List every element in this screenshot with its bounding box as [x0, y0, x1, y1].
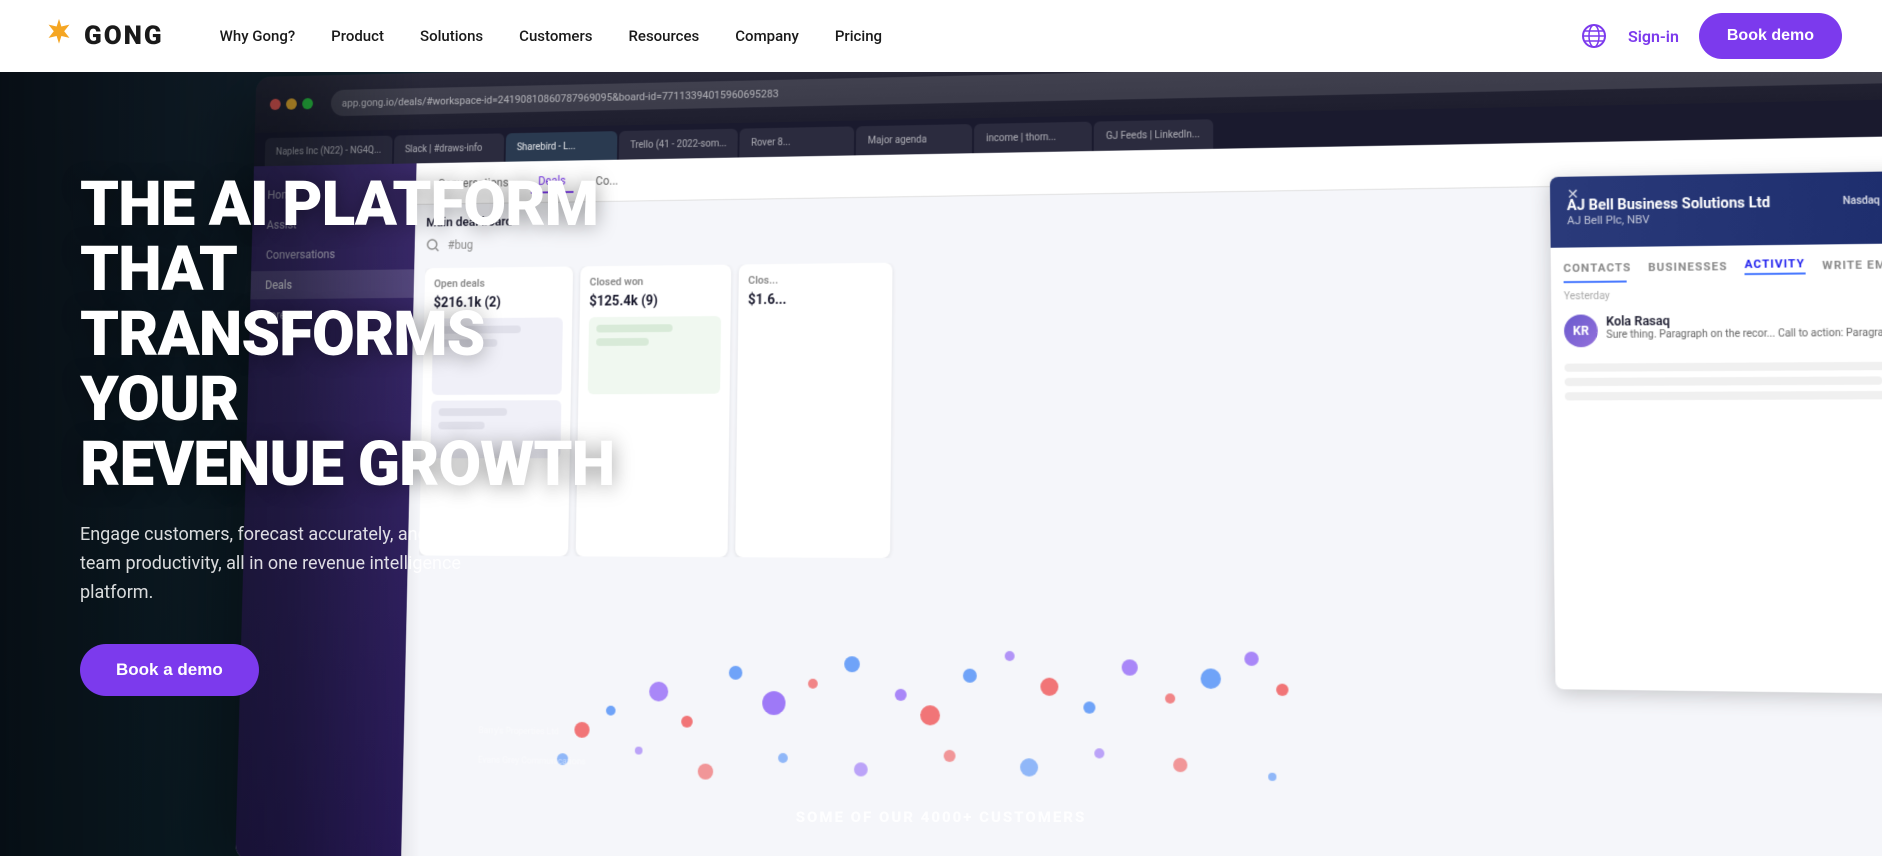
hero-cta-button[interactable]: Book a demo [80, 644, 259, 696]
hero-text: THE AI PLATFORM THAT TRANSFORMS YOUR REV… [80, 172, 640, 696]
sign-in-link[interactable]: Sign-in [1628, 27, 1679, 46]
avatar: KR [1564, 314, 1598, 347]
date-label: Yesterday [1564, 287, 1882, 302]
customers-count-text: SOME OF OUR 4000+ CUSTOMERS [796, 808, 1087, 826]
nav-item-resources[interactable]: Resources [612, 19, 715, 53]
hero-headline-line3: REVENUE GROWTH [80, 428, 614, 501]
logo[interactable]: GONG [40, 17, 164, 55]
deal-col-closed2: Clos... $1.6... [735, 263, 892, 558]
businesses-tab[interactable]: BUSINESSES [1648, 260, 1728, 274]
browser-tab-7[interactable]: GJ Feeds | LinkedIn... [1094, 119, 1213, 151]
hero-headline-line1: THE AI PLATFORM THAT [80, 168, 598, 306]
closed2-label: Clos... [748, 273, 883, 287]
account-body: CONTACTS BUSINESSES ACTIVITY WRITE EMAIL… [1551, 242, 1882, 695]
activity-tab[interactable]: ACTIVITY [1744, 257, 1805, 275]
closed2-amount: $1.6... [748, 291, 883, 308]
hero-section: app.gong.io/deals/#workspace-id=24190810… [0, 72, 1882, 856]
navbar: GONG Why Gong? Product Solutions Custome… [0, 0, 1882, 72]
contacts-tab[interactable]: CONTACTS [1563, 261, 1631, 275]
customers-section-label: SOME OF OUR 4000+ CUSTOMERS [796, 807, 1087, 826]
activity-placeholder [1565, 361, 1882, 400]
nav-right: Sign-in Book demo [1580, 13, 1842, 59]
browser-tab-3[interactable]: Trello (41 - 2022-som... [619, 129, 738, 160]
browser-tab-6[interactable]: income | thorn... [974, 122, 1092, 154]
nav-links: Why Gong? Product Solutions Customers Re… [204, 19, 1580, 53]
hero-headline-line2: TRANSFORMS YOUR [80, 298, 484, 436]
logo-text: GONG [84, 21, 164, 51]
account-panel: AJ Bell Business Solutions Ltd AJ Bell P… [1550, 170, 1882, 695]
message-item: KR Kola Rasaq Sure thing. Paragraph on t… [1564, 311, 1882, 347]
browser-tab-4[interactable]: Rover 8... [740, 126, 855, 157]
globe-icon[interactable] [1580, 22, 1608, 50]
browser-tab-2[interactable]: Sharebird - L... [505, 131, 617, 162]
nav-item-customers[interactable]: Customers [503, 19, 608, 53]
hero-headline: THE AI PLATFORM THAT TRANSFORMS YOUR REV… [80, 172, 640, 497]
browser-tab-5[interactable]: Major agenda [856, 124, 972, 155]
hero-subtext: Engage customers, forecast accurately, a… [80, 521, 520, 607]
nav-item-company[interactable]: Company [719, 19, 815, 53]
account-panel-header: AJ Bell Business Solutions Ltd AJ Bell P… [1550, 170, 1882, 248]
message-content: Kola Rasaq Sure thing. Paragraph on the … [1606, 311, 1882, 347]
close-panel-button[interactable]: ✕ [1567, 187, 1579, 203]
gong-logo-icon [40, 17, 78, 55]
message-text-preview: Sure thing. Paragraph on the recor... Ca… [1606, 326, 1882, 343]
hero-cta: Book a demo [80, 644, 640, 696]
nav-item-why-gong[interactable]: Why Gong? [204, 19, 312, 53]
nav-item-product[interactable]: Product [315, 19, 400, 53]
account-name-area: AJ Bell Business Solutions Ltd AJ Bell P… [1567, 194, 1771, 226]
write-email-tab[interactable]: WRITE EMAIL [1822, 258, 1882, 272]
workspace-area: WORKSPACE Nasdaq Corporate Platforms [1843, 182, 1882, 231]
book-demo-button[interactable]: Book demo [1699, 13, 1842, 59]
account-tabs: CONTACTS BUSINESSES ACTIVITY WRITE EMAIL [1563, 255, 1882, 277]
workspace-value: Nasdaq Corporate Platforms [1843, 194, 1882, 207]
nav-item-solutions[interactable]: Solutions [404, 19, 499, 53]
account-sub-name: AJ Bell Plc, NBV [1567, 211, 1771, 227]
active-tab-indicator [1564, 280, 1627, 283]
account-name: AJ Bell Business Solutions Ltd [1567, 194, 1771, 213]
nav-item-pricing[interactable]: Pricing [819, 19, 898, 53]
